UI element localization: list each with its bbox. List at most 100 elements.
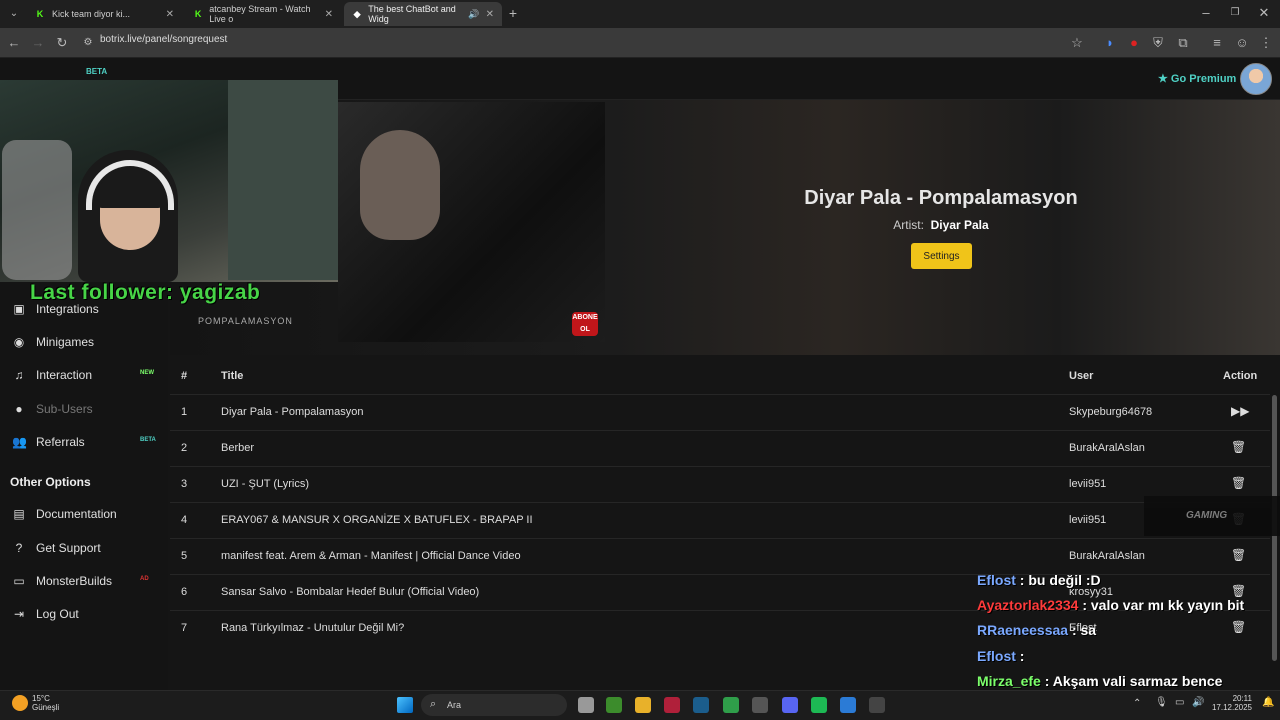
app-icon[interactable] — [752, 697, 768, 713]
sidebar-item-documentation[interactable]: ▤ Documentation — [12, 507, 117, 521]
row-number: 1 — [181, 406, 188, 418]
tab-search-icon[interactable]: ⌄ — [6, 6, 22, 22]
plug-icon: ▣ — [13, 302, 25, 316]
url-field[interactable]: botrix.live/panel/songrequest — [100, 34, 227, 45]
row-user: Skypeburg64678 — [1069, 406, 1153, 418]
clock-time: 20:11 — [1232, 694, 1252, 703]
weather-desc: Güneşli — [32, 703, 60, 712]
taskbar-search[interactable]: Ara — [421, 694, 567, 716]
reading-list-icon[interactable]: ≡ — [1209, 35, 1225, 51]
sidebar-item-minigames[interactable]: ◉ Minigames — [12, 335, 94, 349]
notification-icon[interactable]: 🔔 — [1262, 697, 1274, 708]
close-icon[interactable]: ✕ — [166, 9, 174, 20]
app-icon[interactable] — [664, 697, 680, 713]
chat-message: Eflost : bu değil :D — [977, 572, 1101, 588]
minecraft-icon[interactable] — [606, 697, 622, 713]
row-user: BurakAralAslan — [1069, 550, 1145, 562]
row-user: BurakAralAslan — [1069, 442, 1145, 454]
settings-button[interactable]: Settings — [911, 243, 972, 269]
row-title: Berber — [221, 442, 255, 454]
speaker-icon[interactable]: 🔊 — [468, 9, 479, 20]
sidebar-item-label: Documentation — [36, 507, 117, 521]
background-wall — [228, 80, 338, 280]
back-icon[interactable]: ← — [6, 35, 22, 51]
window-close-button[interactable]: ✕ — [1256, 5, 1272, 21]
task-view-icon[interactable] — [578, 697, 594, 713]
artist-label: Artist: — [893, 218, 924, 232]
weather-widget[interactable]: 15°C Güneşli — [32, 694, 59, 712]
browser-tab-1[interactable]: K Kick team diyor ki... ✕ — [26, 2, 182, 26]
avatar[interactable] — [1240, 63, 1272, 95]
network-icon[interactable]: ▭ — [1175, 697, 1184, 708]
sidebar-item-referrals[interactable]: 👥 Referrals — [12, 435, 85, 449]
spotify-icon[interactable] — [811, 697, 827, 713]
menu-icon[interactable]: ⋮ — [1258, 35, 1274, 51]
sidebar-item-get-support[interactable]: ? Get Support — [12, 541, 101, 555]
trash-icon[interactable]: 🗑 — [1231, 584, 1246, 598]
last-follower-overlay: Last follower: yagizab — [30, 281, 261, 304]
site-info-icon[interactable]: ⚙ — [80, 35, 96, 51]
subscribe-badge: ABONE OL — [572, 312, 598, 336]
monitor-icon: ▭ — [13, 574, 25, 588]
clock[interactable]: 20:11 17.12.2025 — [1196, 694, 1252, 712]
sidebar-item-interaction[interactable]: ♫ Interaction — [12, 368, 93, 382]
thumbnail-figure — [360, 130, 440, 240]
col-header-title: Title — [221, 370, 244, 382]
kick-icon: K — [194, 9, 202, 19]
extension-icon[interactable]: ◗ — [1102, 35, 1118, 51]
minimize-button[interactable]: – — [1198, 5, 1214, 21]
sidebar-badge: NEW — [140, 370, 154, 376]
folder-icon[interactable] — [635, 697, 651, 713]
sidebar-item-label: Sub-Users — [36, 402, 93, 416]
chat-text: : bu değil :D — [1019, 572, 1101, 588]
kick-icon: K — [36, 9, 44, 19]
sidebar-item-log-out[interactable]: ⇥ Log Out — [12, 607, 79, 621]
shield-icon[interactable]: ⛨ — [1150, 35, 1166, 51]
profile-icon[interactable]: ☺ — [1234, 35, 1250, 51]
go-premium-label: Go Premium — [1170, 73, 1237, 85]
artist-name: Diyar Pala — [930, 218, 989, 232]
steam-icon[interactable] — [693, 697, 709, 713]
row-number: 3 — [181, 478, 188, 490]
tray-chevron-icon[interactable]: ⌃ — [1133, 698, 1141, 709]
mic-icon[interactable]: 🎙 — [1155, 697, 1168, 708]
trash-icon[interactable]: 🗑 — [1231, 548, 1246, 562]
maximize-button[interactable]: ❐ — [1227, 5, 1243, 21]
new-tab-button[interactable]: + — [505, 5, 521, 21]
chat-message: Ayaztorlak2334 : valo var mı kk yayın bi… — [977, 597, 1244, 613]
bookmark-star-icon[interactable]: ☆ — [1069, 35, 1085, 51]
chat-username: Mirza_efe — [977, 673, 1041, 689]
user-icon: ● — [15, 402, 23, 416]
puzzle-icon[interactable]: ⧉ — [1175, 35, 1191, 51]
logout-icon: ⇥ — [13, 607, 25, 621]
close-icon[interactable]: ✕ — [486, 9, 494, 20]
chrome-icon[interactable] — [723, 697, 739, 713]
forward-icon[interactable]: → — [30, 35, 46, 51]
col-header-num: # — [181, 370, 188, 382]
chair-shape — [2, 140, 72, 280]
sidebar-item-monsterbuilds[interactable]: ▭ MonsterBuilds — [12, 574, 112, 588]
trash-icon[interactable]: 🗑 — [1231, 620, 1246, 634]
sidebar-item-label: Get Support — [36, 541, 101, 555]
clock-date: 17.12.2025 — [1211, 703, 1252, 712]
sidebar-item-sub-users[interactable]: ● Sub-Users — [12, 402, 93, 416]
app-icon[interactable] — [869, 697, 885, 713]
extension-icon[interactable]: ● — [1126, 35, 1142, 51]
trash-icon[interactable]: 🗑 — [1231, 440, 1246, 454]
go-premium-link[interactable]: ★ Go Premium — [1158, 72, 1236, 85]
app-icon[interactable] — [840, 697, 856, 713]
trash-icon[interactable]: 🗑 — [1231, 476, 1246, 490]
gaming-logo-overlay: GAMING — [1144, 496, 1280, 536]
close-icon[interactable]: ✕ — [325, 9, 333, 20]
discord-icon[interactable] — [782, 697, 798, 713]
tab-title: atcanbey Stream - Watch Live o — [209, 4, 311, 24]
browser-tab-3[interactable]: ◆ The best ChatBot and Widg 🔊 ✕ — [344, 2, 502, 26]
gaming-logo-text: GAMING — [1186, 510, 1228, 521]
skip-icon[interactable]: ▶▶ — [1231, 404, 1249, 418]
windows-start-icon[interactable] — [397, 697, 413, 713]
browser-tab-2[interactable]: K atcanbey Stream - Watch Live o ✕ — [185, 2, 341, 26]
row-title: ERAY067 & MANSUR X ORGANİZE X BATUFLEX -… — [221, 514, 533, 526]
chat-username: Eflost — [977, 572, 1016, 588]
tab-title: Kick team diyor ki... — [52, 9, 131, 19]
reload-icon[interactable]: ↻ — [54, 35, 70, 51]
